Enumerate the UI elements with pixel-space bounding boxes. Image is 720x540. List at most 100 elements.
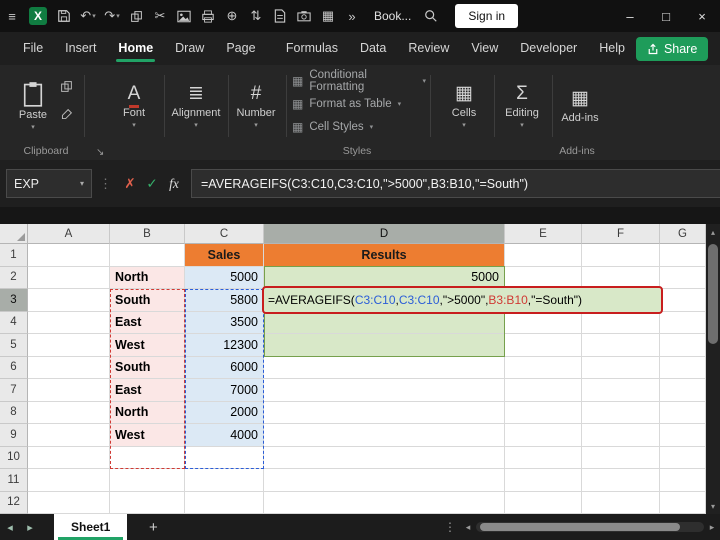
cell-E12[interactable] — [505, 491, 582, 514]
tab-bar-menu-icon[interactable]: ⋮ — [440, 520, 460, 534]
picture-icon[interactable] — [172, 0, 196, 32]
cell-F12[interactable] — [582, 491, 660, 514]
column-header-B[interactable]: B — [110, 224, 185, 244]
column-header-C[interactable]: C — [185, 224, 264, 244]
scroll-up-icon[interactable]: ▴ — [706, 224, 720, 240]
cell-F5[interactable] — [582, 334, 660, 357]
sheet-nav-prev-icon[interactable]: ◂ — [0, 514, 20, 540]
cell-F9[interactable] — [582, 424, 660, 447]
maximize-button[interactable]: □ — [648, 0, 684, 32]
sheet-nav-next-icon[interactable]: ▸ — [20, 514, 40, 540]
row-header-1[interactable]: 1 — [0, 244, 28, 267]
cell-G12[interactable] — [660, 491, 706, 514]
dialog-launcher-icon[interactable]: ↘ — [96, 147, 104, 158]
cell-E11[interactable] — [505, 469, 582, 492]
tab-home[interactable]: Home — [107, 32, 164, 65]
cell-B10[interactable] — [110, 446, 185, 469]
insert-function-button[interactable]: fx — [163, 176, 185, 192]
tab-formulas[interactable]: Formulas — [275, 32, 349, 65]
cell-F7[interactable] — [582, 379, 660, 402]
cell-E6[interactable] — [505, 356, 582, 379]
cell-F8[interactable] — [582, 401, 660, 424]
cell-C10[interactable] — [185, 446, 264, 469]
tab-help[interactable]: Help — [588, 32, 636, 65]
cell-A5[interactable] — [28, 334, 110, 357]
cell-A11[interactable] — [28, 469, 110, 492]
search-icon[interactable] — [419, 0, 443, 32]
vertical-scroll-thumb[interactable] — [708, 244, 718, 344]
cell-B2[interactable]: North — [110, 266, 185, 289]
row-header-6[interactable]: 6 — [0, 356, 28, 379]
cell-C5[interactable]: 12300 — [185, 334, 264, 357]
cell-G8[interactable] — [660, 401, 706, 424]
name-box[interactable]: EXP ▾ — [6, 169, 92, 198]
minimize-button[interactable]: – — [612, 0, 648, 32]
horizontal-scroll-thumb[interactable] — [480, 523, 680, 531]
cell-A2[interactable] — [28, 266, 110, 289]
formula-input[interactable]: =AVERAGEIFS(C3:C10,C3:C10,">5000",B3:B10… — [191, 169, 720, 198]
cell-A12[interactable] — [28, 491, 110, 514]
cell-F11[interactable] — [582, 469, 660, 492]
sign-in-button[interactable]: Sign in — [455, 4, 519, 28]
close-button[interactable]: × — [684, 0, 720, 32]
vertical-scrollbar[interactable]: ▴ ▾ — [706, 224, 720, 514]
share-button[interactable]: Share — [635, 36, 709, 61]
row-header-12[interactable]: 12 — [0, 491, 28, 514]
cell-F6[interactable] — [582, 356, 660, 379]
cell-B4[interactable]: East — [110, 311, 185, 334]
globe-icon[interactable]: ⊕ — [220, 0, 244, 32]
add-ins-button[interactable]: ▦ Add-ins — [556, 70, 604, 142]
font-group-button[interactable]: A Font ▾ — [108, 70, 160, 142]
cell-C9[interactable]: 4000 — [185, 424, 264, 447]
cell-F10[interactable] — [582, 446, 660, 469]
scroll-down-icon[interactable]: ▾ — [706, 498, 720, 514]
cell-D9[interactable] — [264, 424, 505, 447]
cell-A10[interactable] — [28, 446, 110, 469]
paste-button[interactable]: Paste ▾ — [10, 70, 56, 142]
cell-C6[interactable]: 6000 — [185, 356, 264, 379]
tab-developer[interactable]: Developer — [509, 32, 588, 65]
cell-D10[interactable] — [264, 446, 505, 469]
save-icon[interactable] — [52, 0, 76, 32]
format-as-table-button[interactable]: ▦ Format as Table ▾ — [292, 94, 426, 113]
row-header-4[interactable]: 4 — [0, 311, 28, 334]
cell-A4[interactable] — [28, 311, 110, 334]
scroll-left-icon[interactable]: ◂ — [460, 522, 476, 533]
cell-G9[interactable] — [660, 424, 706, 447]
cell-G5[interactable] — [660, 334, 706, 357]
copy-icon[interactable] — [56, 77, 76, 95]
cell-D5[interactable] — [264, 334, 505, 357]
cell-D12[interactable] — [264, 491, 505, 514]
cut-icon[interactable]: ✂ — [148, 0, 172, 32]
cell-E7[interactable] — [505, 379, 582, 402]
cell-D4[interactable] — [264, 311, 505, 334]
cell-C3[interactable]: 5800 — [185, 289, 264, 312]
cell-G10[interactable] — [660, 446, 706, 469]
cell-D6[interactable] — [264, 356, 505, 379]
tab-file[interactable]: File — [12, 32, 54, 65]
cell-styles-button[interactable]: ▦ Cell Styles ▾ — [292, 117, 426, 136]
formula-bar-grip[interactable]: ⋮ — [99, 176, 112, 192]
cell-A1[interactable] — [28, 244, 110, 267]
row-header-9[interactable]: 9 — [0, 424, 28, 447]
select-all-corner[interactable] — [0, 224, 28, 244]
camera-icon[interactable] — [292, 0, 316, 32]
cell-B11[interactable] — [110, 469, 185, 492]
cell-B1[interactable] — [110, 244, 185, 267]
format-painter-icon[interactable] — [56, 105, 76, 123]
add-sheet-button[interactable]: + — [139, 519, 167, 536]
tab-page-layout[interactable]: Page Layout — [215, 32, 275, 88]
cell-G6[interactable] — [660, 356, 706, 379]
cell-A6[interactable] — [28, 356, 110, 379]
document-icon[interactable] — [268, 0, 292, 32]
sheet-tab-sheet1[interactable]: Sheet1 — [54, 514, 128, 540]
redo-icon[interactable]: ↷ ▾ — [100, 0, 124, 32]
cell-D8[interactable] — [264, 401, 505, 424]
row-header-5[interactable]: 5 — [0, 334, 28, 357]
row-header-8[interactable]: 8 — [0, 401, 28, 424]
column-header-A[interactable]: A — [28, 224, 110, 244]
horizontal-scrollbar[interactable]: ◂ ▸ — [460, 514, 720, 540]
cell-G11[interactable] — [660, 469, 706, 492]
cell-A9[interactable] — [28, 424, 110, 447]
tab-review[interactable]: Review — [397, 32, 460, 65]
